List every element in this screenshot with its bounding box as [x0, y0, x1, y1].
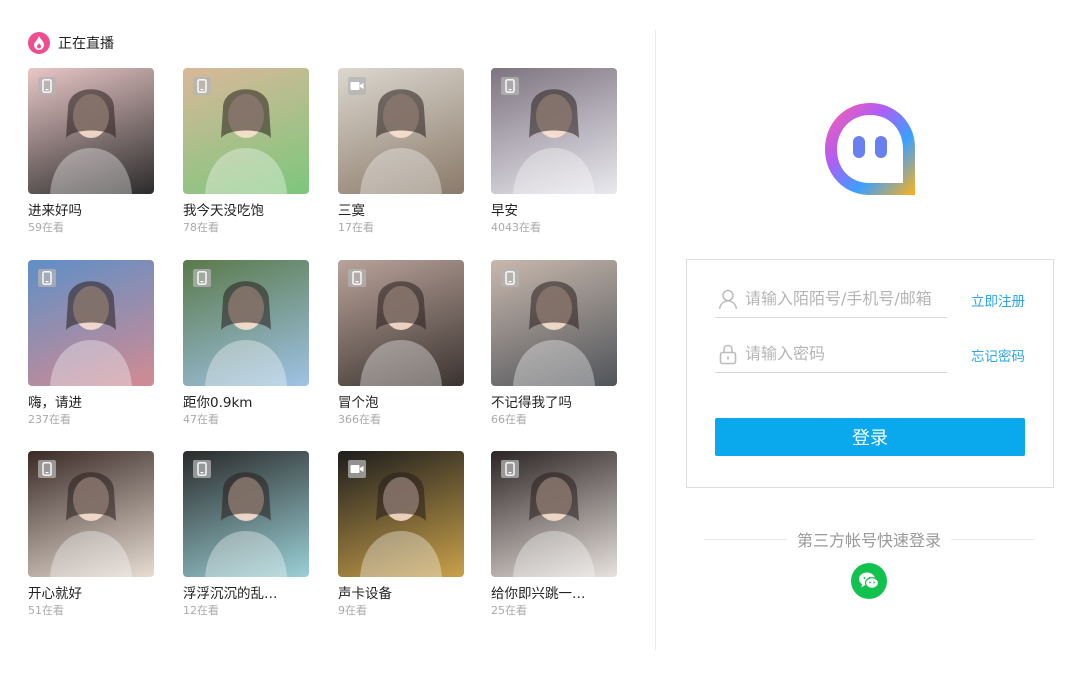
account-input[interactable] [745, 289, 945, 308]
camera-icon [348, 77, 366, 95]
live-thumbnail[interactable] [183, 260, 309, 386]
live-card[interactable]: 早安 4043在看 [491, 68, 617, 238]
phone-icon [501, 269, 519, 287]
forgot-password-link[interactable]: 忘记密码 [971, 345, 1025, 365]
phone-icon [193, 77, 211, 95]
live-card-viewers: 25在看 [491, 604, 527, 617]
login-box: 立即注册 忘记密码 登录 [686, 259, 1054, 488]
live-card-viewers: 51在看 [28, 604, 64, 617]
live-card-title: 冒个泡 [338, 395, 379, 411]
momo-logo [820, 100, 920, 200]
account-field [715, 280, 947, 318]
live-card-title: 进来好吗 [28, 203, 82, 219]
live-card-title: 浮浮沉沉的乱… [183, 586, 278, 602]
phone-icon [38, 269, 56, 287]
live-card-title: 开心就好 [28, 586, 82, 602]
live-card[interactable]: 距你0.9km 47在看 [183, 260, 309, 430]
wechat-icon [859, 572, 880, 589]
live-thumbnail[interactable] [491, 260, 617, 386]
live-thumbnail[interactable] [338, 68, 464, 194]
live-thumbnail[interactable] [28, 451, 154, 577]
live-card-viewers: 4043在看 [491, 221, 541, 234]
live-card-title: 距你0.9km [183, 395, 253, 411]
camera-icon [348, 460, 366, 478]
third-party-login: 第三方帐号快速登录 [704, 526, 1035, 552]
live-card-viewers: 237在看 [28, 413, 71, 426]
live-card-viewers: 12在看 [183, 604, 219, 617]
live-card-title: 嗨，请进 [28, 395, 82, 411]
vertical-divider [655, 30, 656, 650]
live-card-title: 声卡设备 [338, 586, 392, 602]
live-card[interactable]: 冒个泡 366在看 [338, 260, 464, 430]
live-card[interactable]: 声卡设备 9在看 [338, 451, 464, 621]
flame-icon [28, 32, 50, 54]
login-button[interactable]: 登录 [715, 418, 1025, 456]
phone-icon [501, 77, 519, 95]
live-title: 正在直播 [58, 36, 114, 52]
live-card-viewers: 9在看 [338, 604, 367, 617]
live-card[interactable]: 开心就好 51在看 [28, 451, 154, 621]
live-thumbnail[interactable] [338, 451, 464, 577]
live-card[interactable]: 嗨，请进 237在看 [28, 260, 154, 430]
live-card-title: 三寞 [338, 203, 365, 219]
live-card[interactable]: 我今天没吃饱 78在看 [183, 68, 309, 238]
lock-icon [715, 341, 741, 367]
third-party-label: 第三方帐号快速登录 [797, 531, 942, 550]
live-card-viewers: 17在看 [338, 221, 374, 234]
live-section: 正在直播 进来好吗 59在看 我今天没吃饱 78在看 三寞 17在看 早安 4043在看嗨，请… [28, 30, 628, 617]
live-header: 正在直播 [28, 30, 628, 56]
phone-icon [348, 269, 366, 287]
live-card[interactable]: 给你即兴跳一… 25在看 [491, 451, 617, 621]
password-field [715, 335, 947, 373]
register-link[interactable]: 立即注册 [971, 290, 1025, 310]
live-thumbnail[interactable] [491, 68, 617, 194]
divider-left [704, 538, 787, 540]
live-card[interactable]: 三寞 17在看 [338, 68, 464, 238]
live-card-title: 给你即兴跳一… [491, 586, 586, 602]
live-thumbnail[interactable] [491, 451, 617, 577]
live-card-viewers: 78在看 [183, 221, 219, 234]
live-thumbnail[interactable] [28, 260, 154, 386]
phone-icon [501, 460, 519, 478]
live-card-viewers: 366在看 [338, 413, 381, 426]
live-card-viewers: 47在看 [183, 413, 219, 426]
live-thumbnail[interactable] [183, 68, 309, 194]
live-card-title: 早安 [491, 203, 518, 219]
live-thumbnail[interactable] [28, 68, 154, 194]
phone-icon [193, 269, 211, 287]
phone-icon [193, 460, 211, 478]
live-thumbnail[interactable] [183, 451, 309, 577]
live-card-title: 我今天没吃饱 [183, 203, 264, 219]
live-thumbnail[interactable] [338, 260, 464, 386]
live-card[interactable]: 不记得我了吗 66在看 [491, 260, 617, 430]
divider-right [951, 538, 1035, 540]
wechat-login-button[interactable] [851, 563, 887, 599]
phone-icon [38, 460, 56, 478]
phone-icon [38, 77, 56, 95]
live-card-title: 不记得我了吗 [491, 395, 572, 411]
password-input[interactable] [745, 344, 945, 363]
user-icon [715, 286, 741, 312]
live-card-viewers: 66在看 [491, 413, 527, 426]
live-card[interactable]: 进来好吗 59在看 [28, 68, 154, 238]
live-card[interactable]: 浮浮沉沉的乱… 12在看 [183, 451, 309, 621]
live-card-viewers: 59在看 [28, 221, 64, 234]
